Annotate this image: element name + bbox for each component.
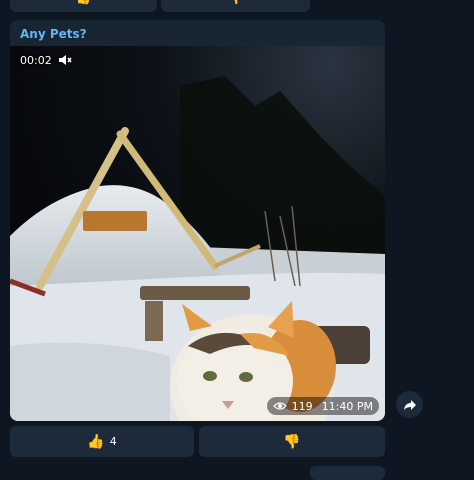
dislike-button[interactable]: 👎 <box>199 426 385 457</box>
eye-icon <box>272 402 287 410</box>
thumbs-down-icon: 👎 <box>283 433 301 450</box>
video-player[interactable]: 00:02 119 11:40 PM <box>10 46 385 421</box>
share-icon <box>403 399 416 410</box>
thumbs-down-icon: 👎 <box>228 0 243 4</box>
video-meta: 119 11:40 PM <box>266 397 379 415</box>
video-frame <box>10 46 385 421</box>
thumbs-up-icon: 👍 <box>87 433 105 450</box>
mute-icon[interactable] <box>58 54 72 66</box>
like-count: 4 <box>109 435 117 448</box>
top-reaction-row: 👍 👎 <box>10 0 310 12</box>
video-duration: 00:02 <box>16 52 76 68</box>
reaction-row: 👍 4 👎 <box>10 426 385 457</box>
message-bubble: Any Pets? 00:02 119 11:40 PM <box>10 20 385 421</box>
duration-text: 00:02 <box>20 53 52 67</box>
thumbs-up-icon: 👍 <box>76 0 91 4</box>
next-message-stub <box>310 466 385 480</box>
view-count: 119 <box>291 399 313 413</box>
like-button[interactable]: 👍 4 <box>10 426 194 457</box>
sender-name[interactable]: Any Pets? <box>20 27 87 41</box>
message-time: 11:40 PM <box>321 399 373 413</box>
share-button[interactable] <box>396 391 423 418</box>
top-like-button[interactable]: 👍 <box>10 0 157 12</box>
top-dislike-button[interactable]: 👎 <box>161 0 310 12</box>
